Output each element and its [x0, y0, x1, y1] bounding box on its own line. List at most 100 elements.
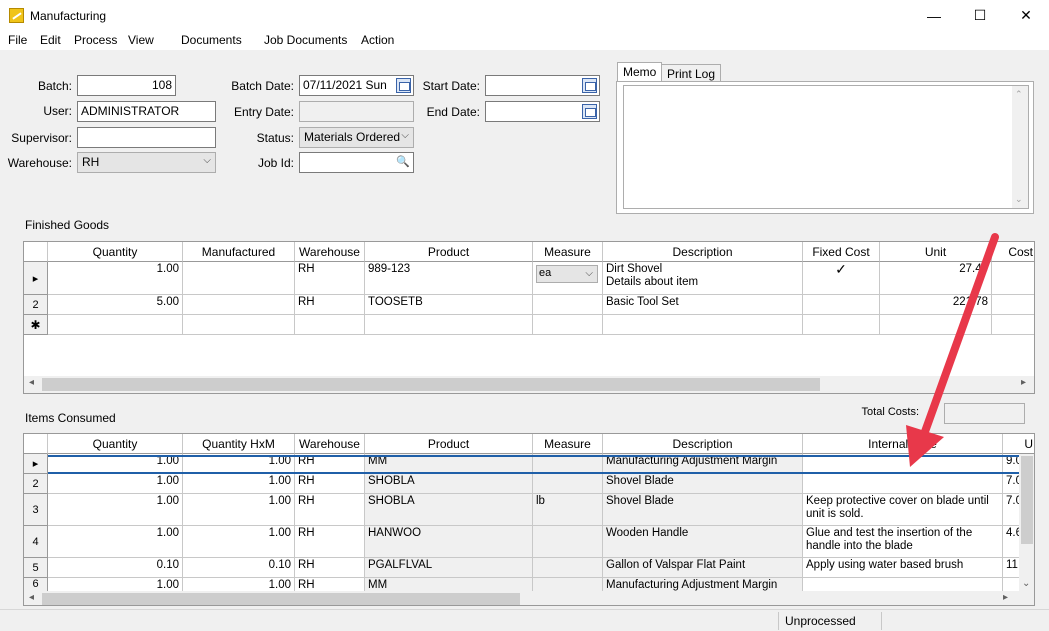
cell-new[interactable] — [295, 315, 365, 335]
cell-warehouse[interactable]: RH — [295, 494, 365, 526]
scroll-thumb[interactable] — [1021, 456, 1033, 544]
menu-job-documents[interactable]: Job Documents — [264, 33, 347, 47]
row-indicator[interactable]: 3 — [24, 494, 48, 526]
row-indicator[interactable]: 5 — [24, 558, 48, 578]
cell-quantity-hxm[interactable]: 1.00 — [183, 474, 295, 494]
cell-quantity[interactable]: 1.00 — [48, 454, 183, 474]
scroll-thumb[interactable] — [42, 593, 520, 605]
scroll-left-icon[interactable]: ◂ — [29, 592, 34, 603]
user-field[interactable]: ADMINISTRATOR — [77, 101, 216, 122]
cell-quantity[interactable]: 1.00 — [48, 262, 183, 295]
calendar-icon[interactable] — [396, 78, 411, 93]
cell-quantity[interactable]: 1.00 — [48, 578, 183, 592]
start-date-field[interactable] — [485, 75, 600, 96]
col-warehouse[interactable]: Warehouse — [295, 434, 365, 454]
cell-warehouse[interactable]: RH — [295, 262, 365, 295]
col-quantity[interactable]: Quantity — [48, 434, 183, 454]
menu-process[interactable]: Process — [74, 33, 117, 47]
batch-field[interactable]: 108 — [77, 75, 176, 96]
cell-measure[interactable] — [533, 474, 603, 494]
finished-goods-hscroll[interactable]: ◂ ▸ — [24, 376, 1034, 393]
cell-unit[interactable]: 11.00 — [1003, 558, 1020, 578]
finished-goods-grid[interactable]: Quantity Manufactured Warehouse Product … — [23, 241, 1035, 394]
cell-new[interactable] — [803, 315, 880, 335]
cell-description[interactable]: Dirt Shovel Details about item — [603, 262, 803, 295]
cell-internal-note[interactable] — [803, 578, 1003, 592]
maximize-icon[interactable]: ☐ — [957, 0, 1003, 31]
scroll-left-icon[interactable]: ◂ — [29, 377, 34, 388]
calendar-icon[interactable] — [582, 104, 597, 119]
cell-product[interactable]: MM — [365, 454, 533, 474]
cell-manufactured[interactable] — [183, 262, 295, 295]
scroll-up-icon[interactable]: ⌃ — [1015, 89, 1023, 100]
cell-new[interactable] — [603, 315, 803, 335]
cell-product[interactable]: SHOBLA — [365, 474, 533, 494]
batch-date-field[interactable]: 07/11/2021 Sun — [299, 75, 414, 96]
row-indicator[interactable]: ▸ — [24, 262, 48, 295]
menu-file[interactable]: File — [8, 33, 27, 47]
cell-product[interactable]: PGALFLVAL — [365, 558, 533, 578]
cell-fixed-cost[interactable] — [803, 295, 880, 315]
cell-warehouse[interactable]: RH — [295, 526, 365, 558]
row-indicator[interactable]: 2 — [24, 295, 48, 315]
menu-action[interactable]: Action — [361, 33, 394, 47]
cell-product[interactable]: TOOSETB — [365, 295, 533, 315]
cell-manufactured[interactable] — [183, 295, 295, 315]
cell-measure[interactable]: lb — [533, 494, 603, 526]
cell-unit[interactable]: 7.00 — [1003, 494, 1020, 526]
memo-textarea[interactable]: ⌃ ⌄ — [623, 85, 1029, 209]
col-description[interactable]: Description — [603, 242, 803, 262]
cell-internal-note[interactable]: Apply using water based brush — [803, 558, 1003, 578]
row-indicator[interactable]: 6 — [24, 578, 48, 592]
cell-measure[interactable] — [533, 454, 603, 474]
row-indicator[interactable]: 4 — [24, 526, 48, 558]
cell-measure[interactable] — [533, 578, 603, 592]
cell-unit[interactable]: 7.00 — [1003, 474, 1020, 494]
cell-quantity[interactable]: 1.00 — [48, 494, 183, 526]
row-indicator[interactable]: 2 — [24, 474, 48, 494]
cell-quantity[interactable]: 1.00 — [48, 526, 183, 558]
new-row-indicator[interactable]: ✱ — [24, 315, 48, 335]
items-vscroll[interactable]: ⌄ — [1019, 454, 1034, 591]
warehouse-select[interactable]: RH ⌵ — [77, 152, 216, 173]
cell-new[interactable] — [48, 315, 183, 335]
col-quantity[interactable]: Quantity — [48, 242, 183, 262]
cell-internal-note[interactable] — [803, 474, 1003, 494]
menu-view[interactable]: View — [128, 33, 154, 47]
cell-warehouse[interactable]: RH — [295, 474, 365, 494]
menu-documents[interactable]: Documents — [181, 33, 242, 47]
cell-description[interactable]: Shovel Blade — [603, 474, 803, 494]
cell-warehouse[interactable]: RH — [295, 578, 365, 592]
cell-description[interactable]: Gallon of Valspar Flat Paint — [603, 558, 803, 578]
cell-measure[interactable]: ea ⌵ — [533, 262, 603, 295]
calendar-icon[interactable] — [582, 78, 597, 93]
supervisor-field[interactable] — [77, 127, 216, 148]
tab-memo[interactable]: Memo — [617, 62, 663, 82]
col-fixed-cost[interactable]: Fixed Cost — [803, 242, 880, 262]
col-description[interactable]: Description — [603, 434, 803, 454]
cell-measure[interactable] — [533, 558, 603, 578]
col-measure[interactable]: Measure — [533, 242, 603, 262]
cell-description[interactable]: Manufacturing Adjustment Margin — [603, 454, 803, 474]
scroll-down-icon[interactable]: ⌄ — [1015, 194, 1023, 205]
end-date-field[interactable] — [485, 101, 600, 122]
cell-internal-note[interactable]: Glue and test the insertion of the handl… — [803, 526, 1003, 558]
scroll-right-icon[interactable]: ▸ — [1003, 592, 1008, 603]
col-quantity-hxm[interactable]: Quantity HxM — [183, 434, 295, 454]
col-measure[interactable]: Measure — [533, 434, 603, 454]
tab-print-log[interactable]: Print Log — [661, 64, 722, 82]
cell-unit[interactable]: 4.60 — [1003, 526, 1020, 558]
cell-new[interactable] — [183, 315, 295, 335]
cell-product[interactable]: 989-123 — [365, 262, 533, 295]
col-product[interactable]: Product — [365, 434, 533, 454]
cell-quantity-hxm[interactable]: 1.00 — [183, 578, 295, 592]
search-icon[interactable]: 🔍 — [396, 155, 410, 168]
scroll-thumb[interactable] — [42, 378, 820, 391]
cell-unit[interactable] — [1003, 578, 1020, 592]
col-manufactured[interactable]: Manufactured — [183, 242, 295, 262]
cell-measure[interactable] — [533, 295, 603, 315]
cell-description[interactable]: Shovel Blade — [603, 494, 803, 526]
job-id-field[interactable]: 🔍 — [299, 152, 414, 173]
cell-quantity-hxm[interactable]: 1.00 — [183, 526, 295, 558]
cell-quantity-hxm[interactable]: 1.00 — [183, 454, 295, 474]
